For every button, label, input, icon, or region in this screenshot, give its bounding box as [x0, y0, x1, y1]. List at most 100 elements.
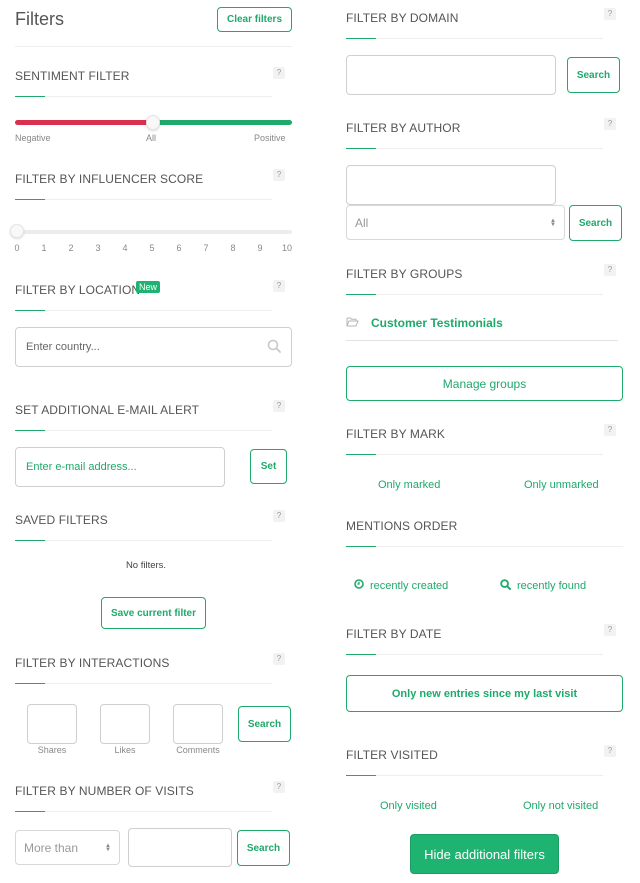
- likes-input[interactable]: [100, 704, 150, 744]
- help-icon[interactable]: ?: [273, 280, 285, 292]
- sort-arrows-icon: ▲ ▼: [105, 842, 111, 853]
- search-icon: [267, 339, 281, 356]
- section-divider: [346, 38, 603, 39]
- help-icon[interactable]: ?: [604, 624, 616, 636]
- section-divider: [15, 683, 272, 684]
- shares-input[interactable]: [27, 704, 77, 744]
- influencer-tick-label: 3: [95, 243, 101, 253]
- only-not-visited-link[interactable]: Only not visited: [523, 800, 598, 812]
- country-input-placeholder: Enter country...: [26, 341, 100, 353]
- help-icon[interactable]: ?: [273, 67, 285, 79]
- search-icon: [500, 579, 511, 593]
- sentiment-label-negative: Negative: [15, 133, 51, 143]
- email-input-placeholder: Enter e-mail address...: [26, 461, 137, 473]
- author-input[interactable]: [346, 165, 556, 205]
- group-divider: [346, 340, 618, 341]
- section-divider: [15, 96, 272, 97]
- section-divider: [346, 654, 603, 655]
- section-title-domain: FILTER BY DOMAIN: [346, 11, 459, 25]
- folder-open-icon: [346, 314, 359, 332]
- influencer-tick-label: 2: [68, 243, 74, 253]
- help-icon[interactable]: ?: [273, 781, 285, 793]
- comments-input[interactable]: [173, 704, 223, 744]
- sentiment-slider[interactable]: [15, 115, 292, 130]
- help-icon[interactable]: ?: [273, 400, 285, 412]
- section-divider: [15, 430, 272, 431]
- country-input[interactable]: Enter country...: [15, 327, 292, 367]
- section-divider: [346, 775, 603, 776]
- only-unmarked-link[interactable]: Only unmarked: [524, 479, 599, 491]
- section-title-location: FILTER BY LOCATION: [15, 283, 141, 297]
- influencer-tick-label: 8: [230, 243, 236, 253]
- no-filters-text: No filters.: [125, 560, 167, 571]
- set-email-alert-button[interactable]: Set: [250, 449, 287, 484]
- visits-count-input[interactable]: [128, 828, 232, 867]
- order-recently-created-label: recently created: [370, 579, 449, 592]
- section-divider: [346, 294, 603, 295]
- sentiment-negative-track: [15, 120, 155, 125]
- interactions-search-button[interactable]: Search: [238, 706, 291, 742]
- section-divider: [15, 310, 272, 311]
- influencer-tick-label: 10: [281, 243, 293, 253]
- order-recently-created[interactable]: recently created: [354, 579, 448, 592]
- new-badge: New: [136, 281, 161, 293]
- section-title-saved-filters: SAVED FILTERS: [15, 513, 108, 527]
- influencer-tick-label: 7: [203, 243, 209, 253]
- save-current-filter-button[interactable]: Save current filter: [101, 597, 206, 629]
- section-title-email-alert: SET ADDITIONAL E-MAIL ALERT: [15, 403, 200, 417]
- domain-input[interactable]: [346, 55, 556, 95]
- section-title-mark: FILTER BY MARK: [346, 427, 445, 441]
- visits-operator-select[interactable]: More than ▲ ▼: [15, 830, 120, 865]
- help-icon[interactable]: ?: [604, 745, 616, 757]
- help-icon[interactable]: ?: [604, 8, 616, 20]
- help-icon[interactable]: ?: [273, 510, 285, 522]
- email-input[interactable]: Enter e-mail address...: [15, 447, 225, 487]
- section-divider: [15, 811, 272, 812]
- sentiment-positive-track: [155, 120, 292, 125]
- sentiment-label-all: All: [146, 133, 157, 143]
- influencer-tick-label: 1: [41, 243, 47, 253]
- influencer-slider-handle[interactable]: [10, 224, 24, 238]
- sort-arrows-icon: ▲ ▼: [550, 217, 556, 228]
- section-divider: [15, 199, 272, 200]
- manage-groups-button[interactable]: Manage groups: [346, 366, 623, 401]
- help-icon[interactable]: ?: [604, 424, 616, 436]
- influencer-slider[interactable]: [10, 224, 292, 238]
- author-search-button[interactable]: Search: [569, 205, 622, 241]
- section-divider: [346, 546, 623, 547]
- comments-label: Comments: [176, 745, 220, 755]
- help-icon[interactable]: ?: [273, 653, 285, 665]
- hide-additional-filters-button[interactable]: Hide additional filters: [410, 834, 559, 874]
- section-divider: [346, 148, 603, 149]
- group-label: Customer Testimonials: [371, 316, 503, 330]
- help-icon[interactable]: ?: [604, 118, 616, 130]
- only-visited-link[interactable]: Only visited: [380, 800, 437, 812]
- section-title-date: FILTER BY DATE: [346, 627, 442, 641]
- section-title-visits: FILTER BY NUMBER OF VISITS: [15, 784, 194, 798]
- section-title-order: MENTIONS ORDER: [346, 519, 458, 533]
- section-title-visited: FILTER VISITED: [346, 748, 438, 762]
- influencer-ticks: 0 1 2 3 4 5 6 7 8 9 10: [14, 243, 292, 255]
- page-title: Filters: [15, 9, 64, 29]
- clear-filters-button[interactable]: Clear filters: [217, 7, 292, 32]
- only-marked-link[interactable]: Only marked: [378, 479, 440, 491]
- section-divider: [346, 454, 603, 455]
- influencer-tick-label: 4: [122, 243, 128, 253]
- influencer-tick-label: 0: [14, 243, 20, 253]
- visits-operator-value: More than: [24, 840, 79, 855]
- visits-search-button[interactable]: Search: [237, 830, 290, 866]
- author-network-select[interactable]: All ▲ ▼: [346, 205, 565, 240]
- group-item[interactable]: Customer Testimonials: [346, 314, 503, 332]
- help-icon[interactable]: ?: [604, 264, 616, 276]
- order-recently-found[interactable]: recently found: [500, 579, 586, 593]
- sentiment-slider-handle[interactable]: [146, 115, 160, 130]
- order-recently-found-label: recently found: [517, 580, 587, 592]
- shares-label: Shares: [37, 745, 67, 755]
- section-title-sentiment: SENTIMENT FILTER: [15, 69, 130, 83]
- section-title-author: FILTER BY AUTHOR: [346, 121, 461, 135]
- influencer-tick-label: 9: [257, 243, 263, 253]
- domain-search-button[interactable]: Search: [567, 57, 620, 93]
- new-entries-button[interactable]: Only new entries since my last visit: [346, 675, 623, 712]
- section-divider: [15, 540, 272, 541]
- help-icon[interactable]: ?: [273, 169, 285, 181]
